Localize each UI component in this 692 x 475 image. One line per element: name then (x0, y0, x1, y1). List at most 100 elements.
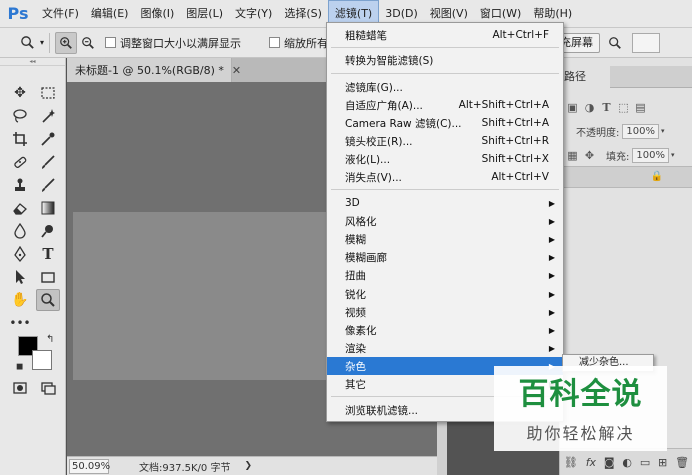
move-tool-icon[interactable]: ✥ (8, 82, 32, 104)
menu-item-label: 视频 (345, 306, 366, 319)
menu-item-blur[interactable]: 模糊 ▶ (327, 230, 563, 248)
chevron-down-icon[interactable]: ▾ (40, 38, 44, 47)
more-tools-icon[interactable]: ••• (8, 312, 32, 334)
menu-item-label: 镜头校正(R)... (345, 135, 413, 148)
layers-footer: ⛓ fx ◙ ◐ ▭ ⊞ 🗑 (560, 448, 692, 475)
menu-file[interactable]: 文件(F) (36, 0, 85, 28)
submenu-arrow-icon: ▶ (548, 252, 555, 262)
type-filter-icon[interactable]: T (598, 101, 615, 114)
lock-position-icon[interactable]: ✥ (581, 149, 598, 162)
divider (49, 32, 51, 53)
magic-wand-tool-icon[interactable] (36, 105, 60, 127)
menu-item-blur-gallery[interactable]: 模糊画廊 ▶ (327, 248, 563, 266)
menu-type[interactable]: 文字(Y) (229, 0, 278, 28)
lock-icon: 🔒 (650, 171, 663, 182)
menu-item-3d[interactable]: 3D ▶ (327, 194, 563, 212)
zoom-in-button[interactable] (55, 31, 78, 54)
menu-item-camera-raw[interactable]: Camera Raw 滤镜(C)... Shift+Ctrl+A (327, 114, 563, 132)
submenu-arrow-icon: ▶ (548, 343, 555, 353)
chevron-down-icon[interactable]: ▾ (671, 151, 675, 159)
background-color-swatch[interactable] (32, 350, 52, 370)
menu-item-label: 粗糙蜡笔 (345, 29, 387, 42)
menu-item-last-filter[interactable]: 粗糙蜡笔 Alt+Ctrl+F (327, 26, 563, 44)
eraser-tool-icon[interactable] (8, 197, 32, 219)
screen-mode-icon[interactable] (36, 377, 60, 399)
hand-tool-icon[interactable]: ✋ (8, 289, 32, 311)
watermark-subtitle: 助你轻松解决 (526, 424, 635, 443)
menu-item-label: 风格化 (345, 215, 377, 228)
rectangle-tool-icon[interactable] (36, 266, 60, 288)
menu-image[interactable]: 图像(I) (134, 0, 180, 28)
pen-tool-icon[interactable] (8, 243, 32, 265)
lock-pixels-icon[interactable]: ▦ (564, 149, 581, 162)
menu-item-pixelate[interactable]: 像素化 ▶ (327, 321, 563, 339)
menu-item-vanishing-point[interactable]: 消失点(V)... Alt+Ctrl+V (327, 168, 563, 186)
swap-colors-icon[interactable]: ↰ (46, 334, 54, 345)
chevron-down-icon[interactable]: ▾ (661, 127, 665, 135)
menu-item-liquify[interactable]: 液化(L)... Shift+Ctrl+X (327, 150, 563, 168)
layer-style-icon[interactable]: fx (586, 456, 596, 469)
menu-layer[interactable]: 图层(L) (180, 0, 229, 28)
menu-item-filter-gallery[interactable]: 滤镜库(G)... (327, 78, 563, 96)
healing-brush-tool-icon[interactable] (8, 151, 32, 173)
zoom-all-checkbox[interactable]: 缩放所有 (269, 35, 328, 51)
gradient-tool-icon[interactable] (36, 197, 60, 219)
menu-item-label: 3D (345, 197, 360, 209)
menu-item-render[interactable]: 渲染 ▶ (327, 339, 563, 357)
panel-grip[interactable]: ◂◂ (0, 58, 65, 66)
menu-item-sharpen[interactable]: 锐化 ▶ (327, 285, 563, 303)
blur-tool-icon[interactable] (8, 220, 32, 242)
document-tab[interactable]: 未标题-1 @ 50.1%(RGB/8) * ✕ (67, 58, 241, 82)
chevron-right-icon[interactable]: ❯ (244, 461, 252, 471)
default-colors-icon[interactable]: ◼ (16, 362, 23, 372)
workspace-switcher-icon[interactable] (632, 32, 661, 53)
delete-layer-icon[interactable]: 🗑 (675, 456, 689, 469)
zoom-out-button[interactable] (77, 32, 99, 54)
fill-field[interactable]: 100% (632, 147, 669, 163)
document-tab-title: 未标题-1 @ 50.1%(RGB/8) * (75, 64, 224, 77)
menu-item-label: 转换为智能滤镜(S) (345, 54, 434, 67)
link-layers-icon[interactable]: ⛓ (564, 456, 578, 469)
zoom-level-field[interactable]: 50.09% (69, 458, 110, 474)
eyedropper-tool-icon[interactable] (36, 128, 60, 150)
quick-mask-icon[interactable] (8, 377, 32, 399)
menu-item-adaptive-wide-angle[interactable]: 自适应广角(A)... Alt+Shift+Ctrl+A (327, 96, 563, 114)
menu-edit[interactable]: 编辑(E) (85, 0, 135, 28)
brush-tool-icon[interactable] (36, 151, 60, 173)
menu-select[interactable]: 选择(S) (278, 0, 328, 28)
new-layer-icon[interactable]: ⊞ (658, 456, 667, 469)
shape-filter-icon[interactable]: ⬚ (615, 101, 632, 114)
layer-row-background[interactable]: 🔒 (560, 166, 692, 188)
adjustment-layer-icon[interactable]: ◐ (622, 456, 632, 469)
menu-item-lens-correction[interactable]: 镜头校正(R)... Shift+Ctrl+R (327, 132, 563, 150)
smart-object-filter-icon[interactable]: ▤ (632, 101, 649, 114)
menu-item-shortcut: Alt+Ctrl+V (491, 171, 549, 183)
new-group-icon[interactable]: ▭ (640, 456, 650, 469)
close-icon[interactable]: ✕ (232, 64, 241, 77)
add-mask-icon[interactable]: ◙ (604, 456, 615, 469)
checkbox-box[interactable] (105, 37, 117, 48)
resize-windows-checkbox[interactable]: 调整窗口大小以满屏显示 (105, 35, 241, 51)
history-brush-tool-icon[interactable] (36, 174, 60, 196)
menu-item-stylize[interactable]: 风格化 ▶ (327, 212, 563, 230)
menu-item-convert-smart-filter[interactable]: 转换为智能滤镜(S) (327, 51, 563, 69)
search-icon[interactable] (604, 32, 626, 54)
menu-item-distort[interactable]: 扭曲 ▶ (327, 266, 563, 284)
path-selection-tool-icon[interactable] (8, 266, 32, 288)
menu-item-label: 模糊画廊 (345, 251, 387, 264)
adjustment-filter-icon[interactable]: ◑ (581, 101, 598, 114)
checkbox-box[interactable] (269, 37, 281, 48)
dodge-tool-icon[interactable] (36, 220, 60, 242)
tab-paths[interactable]: 路径 (560, 66, 610, 88)
zoom-tool-icon[interactable] (36, 289, 60, 311)
opacity-field[interactable]: 100% (622, 123, 659, 139)
type-tool-icon[interactable]: T (36, 243, 60, 265)
menu-item-video[interactable]: 视频 ▶ (327, 303, 563, 321)
image-filter-icon[interactable]: ▣ (564, 101, 581, 114)
marquee-tool-icon[interactable] (36, 82, 60, 104)
crop-tool-icon[interactable] (8, 128, 32, 150)
lasso-tool-icon[interactable] (8, 105, 32, 127)
clone-stamp-tool-icon[interactable] (8, 174, 32, 196)
zoom-tool-preset-icon[interactable] (16, 32, 38, 54)
app-logo: Ps (7, 4, 29, 23)
